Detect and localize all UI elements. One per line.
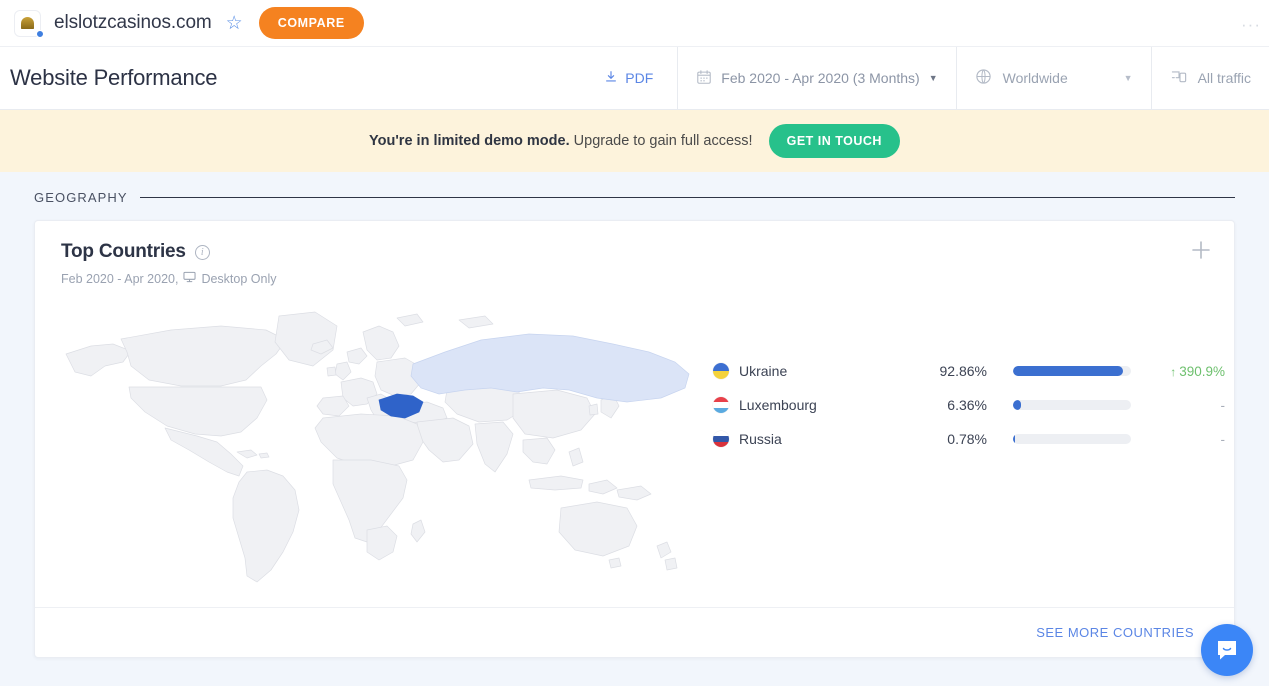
country-list: Ukraine 92.86% ↑390.9% Luxembourg 6.36% <box>701 286 1265 456</box>
country-share: 92.86% <box>939 363 987 379</box>
share-bar-fill <box>1013 400 1021 410</box>
section-divider <box>139 197 1235 198</box>
flag-luxembourg-icon <box>713 397 729 413</box>
country-name: Ukraine <box>739 363 788 379</box>
devices-icon <box>1170 68 1189 88</box>
top-countries-card: Top Countries i Feb 2020 - Apr 2020, Des… <box>34 220 1235 658</box>
chat-bubble-icon <box>1218 641 1236 660</box>
region-selector[interactable]: Worldwide ▼ <box>955 47 1151 109</box>
country-share: 6.36% <box>947 397 987 413</box>
card-title-row: Top Countries i <box>61 241 1210 263</box>
flag-russia-icon <box>713 431 729 447</box>
share-bar-track <box>1013 400 1131 410</box>
card-subtitle-device: Desktop Only <box>201 271 277 286</box>
calendar-icon <box>696 69 712 88</box>
banner-message-rest: Upgrade to gain full access! <box>569 133 753 149</box>
card-footer: SEE MORE COUNTRIES <box>35 607 1234 657</box>
country-change: - <box>1220 397 1226 413</box>
export-pdf-label: PDF <box>625 70 654 86</box>
card-subtitle: Feb 2020 - Apr 2020, Desktop Only <box>61 271 1210 286</box>
bell-favicon <box>14 9 44 38</box>
share-bar-fill <box>1013 434 1015 444</box>
download-icon <box>604 70 618 87</box>
country-name: Luxembourg <box>739 397 817 413</box>
see-more-countries-link[interactable]: SEE MORE COUNTRIES <box>1036 625 1194 640</box>
date-range-label: Feb 2020 - Apr 2020 (3 Months) <box>721 70 920 86</box>
card-header: Top Countries i Feb 2020 - Apr 2020, Des… <box>35 221 1234 286</box>
card-body: Ukraine 92.86% ↑390.9% Luxembourg 6.36% <box>35 286 1234 607</box>
banner-message: You're in limited demo mode. Upgrade to … <box>369 133 753 149</box>
chevron-down-icon: ▼ <box>1123 73 1133 83</box>
table-row[interactable]: Ukraine 92.86% ↑ 390.9% <box>713 354 1225 388</box>
get-in-touch-button[interactable]: GET IN TOUCH <box>768 124 900 158</box>
chat-launcher-button[interactable] <box>1201 624 1253 676</box>
traffic-selector[interactable]: All traffic <box>1150 47 1269 109</box>
chevron-down-icon: ▼ <box>928 73 938 83</box>
info-icon[interactable]: i <box>194 244 210 260</box>
country-change: - <box>1220 431 1226 447</box>
table-row[interactable]: Luxembourg 6.36% - <box>713 388 1225 422</box>
card-title: Top Countries <box>61 241 186 262</box>
bell-icon <box>21 17 34 29</box>
table-row[interactable]: Russia 0.78% - <box>713 422 1225 456</box>
globe-icon <box>975 68 992 88</box>
banner-message-bold: You're in limited demo mode. <box>369 133 570 149</box>
country-change: ↑ 390.9% <box>1139 364 1225 379</box>
arrow-up-icon: ↑ <box>1170 364 1177 379</box>
geography-section-header: GEOGRAPHY <box>0 172 1269 205</box>
overflow-menu-icon[interactable]: ··· <box>1241 16 1261 33</box>
flag-ukraine-icon <box>713 363 729 379</box>
compare-button[interactable]: COMPARE <box>258 7 364 39</box>
country-share: 0.78% <box>947 431 987 447</box>
card-subtitle-date: Feb 2020 - Apr 2020, <box>61 271 179 286</box>
demo-mode-banner: You're in limited demo mode. Upgrade to … <box>0 110 1269 172</box>
site-topbar: elslotzcasinos.com ☆ COMPARE ··· <box>0 0 1269 46</box>
status-dot-icon <box>36 29 44 38</box>
date-range-selector[interactable]: Feb 2020 - Apr 2020 (3 Months) ▼ <box>677 47 955 109</box>
share-bar-track <box>1013 434 1131 444</box>
country-name: Russia <box>739 431 782 447</box>
region-label: Worldwide <box>1002 70 1068 86</box>
site-domain: elslotzcasinos.com <box>54 12 212 33</box>
add-widget-icon[interactable] <box>1190 239 1212 261</box>
share-bar-track <box>1013 366 1131 376</box>
desktop-icon <box>183 271 196 286</box>
page-title: Website Performance <box>10 65 218 90</box>
traffic-label: All traffic <box>1197 70 1251 86</box>
favorite-star-icon[interactable]: ☆ <box>226 14 243 33</box>
export-pdf-button[interactable]: PDF <box>586 47 677 109</box>
share-bar-fill <box>1013 366 1123 376</box>
world-map[interactable] <box>35 286 701 594</box>
country-change-value: 390.9% <box>1179 363 1225 379</box>
geography-section-label: GEOGRAPHY <box>34 190 128 205</box>
performance-header: Website Performance PDF Feb 2020 - Apr 2… <box>0 46 1269 110</box>
